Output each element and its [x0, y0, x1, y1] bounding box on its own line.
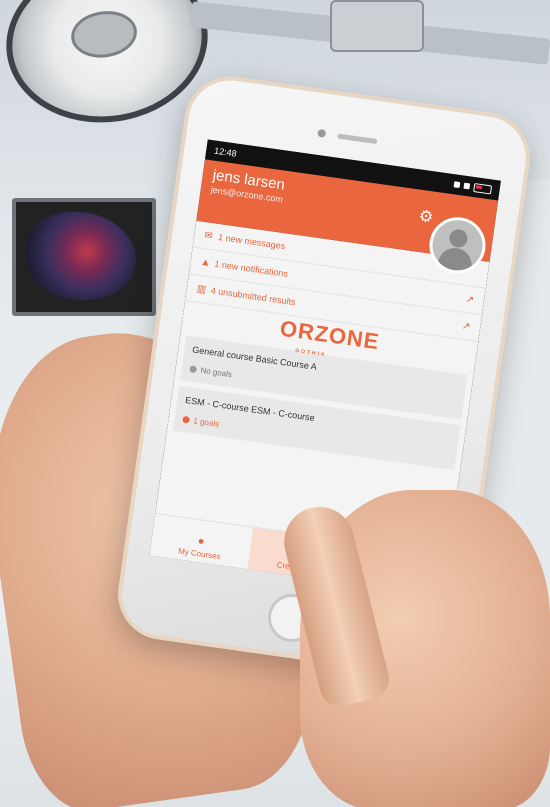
tab-label: My Courses	[177, 546, 222, 562]
settings-gear-icon[interactable]: ⚙	[418, 206, 435, 228]
brain-scan-image	[26, 212, 136, 300]
goal-dot-icon	[189, 365, 198, 374]
goals-label: No goals	[199, 365, 233, 380]
logo-subtext: GOTHIA	[294, 347, 327, 359]
battery-icon	[473, 182, 493, 194]
scan-monitor	[12, 198, 156, 316]
photo-background: 12:48 jens larsen jens@orzone.com ⚙ ✉ 1 …	[0, 0, 550, 807]
courses-icon: ●	[196, 535, 206, 548]
signal-icon	[453, 181, 461, 189]
external-link-icon: ↗	[461, 320, 472, 333]
goals-label: 1 goals	[192, 416, 220, 429]
avatar-head	[448, 228, 469, 249]
lamp-hub	[68, 6, 140, 62]
goal-dot-icon	[182, 415, 191, 424]
ceiling-device	[330, 0, 424, 52]
external-link-icon: ↗	[464, 293, 475, 306]
wifi-icon	[463, 182, 471, 190]
front-camera	[317, 128, 327, 138]
earpiece	[337, 133, 378, 145]
